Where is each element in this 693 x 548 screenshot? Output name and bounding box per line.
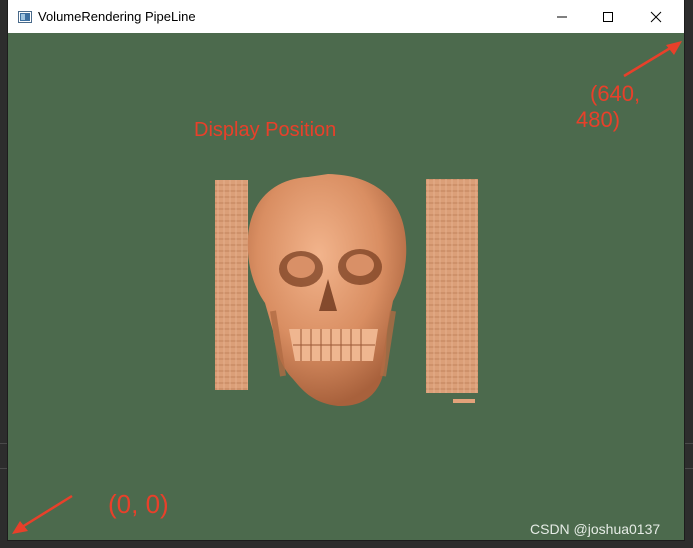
render-viewport[interactable]: Display Position (640, 480) (0, 0) CSDN …: [8, 33, 684, 540]
window-titlebar[interactable]: VolumeRendering PipeLine: [8, 0, 684, 33]
display-position-label: Display Position: [194, 119, 337, 141]
bottom-left-coordinate-label: (0, 0): [108, 489, 169, 519]
top-right-coordinate-line1: (640,: [590, 81, 641, 106]
left-slab: [215, 180, 248, 390]
top-right-coordinate-line2: 480): [576, 107, 621, 132]
app-window-icon: [18, 10, 32, 23]
skull-volume-render: [215, 174, 478, 407]
bottom-left-arrow-icon: [12, 494, 73, 534]
close-icon: [650, 11, 662, 22]
desktop-background: VolumeRendering PipeLine Display Positio…: [0, 0, 693, 548]
maximize-icon: [603, 11, 613, 22]
minimize-button[interactable]: [539, 0, 585, 33]
minimize-icon: [557, 16, 567, 17]
csdn-watermark: CSDN @joshua0137: [530, 521, 661, 537]
top-right-coordinate-label: (640, 480): [576, 81, 666, 133]
maximize-button[interactable]: [585, 0, 631, 33]
right-slab: [426, 179, 478, 393]
app-window: VolumeRendering PipeLine Display Positio…: [8, 0, 684, 540]
top-right-arrow-icon: [623, 41, 682, 78]
window-title: VolumeRendering PipeLine: [38, 9, 196, 24]
debris: [453, 399, 475, 403]
close-button[interactable]: [633, 0, 679, 33]
